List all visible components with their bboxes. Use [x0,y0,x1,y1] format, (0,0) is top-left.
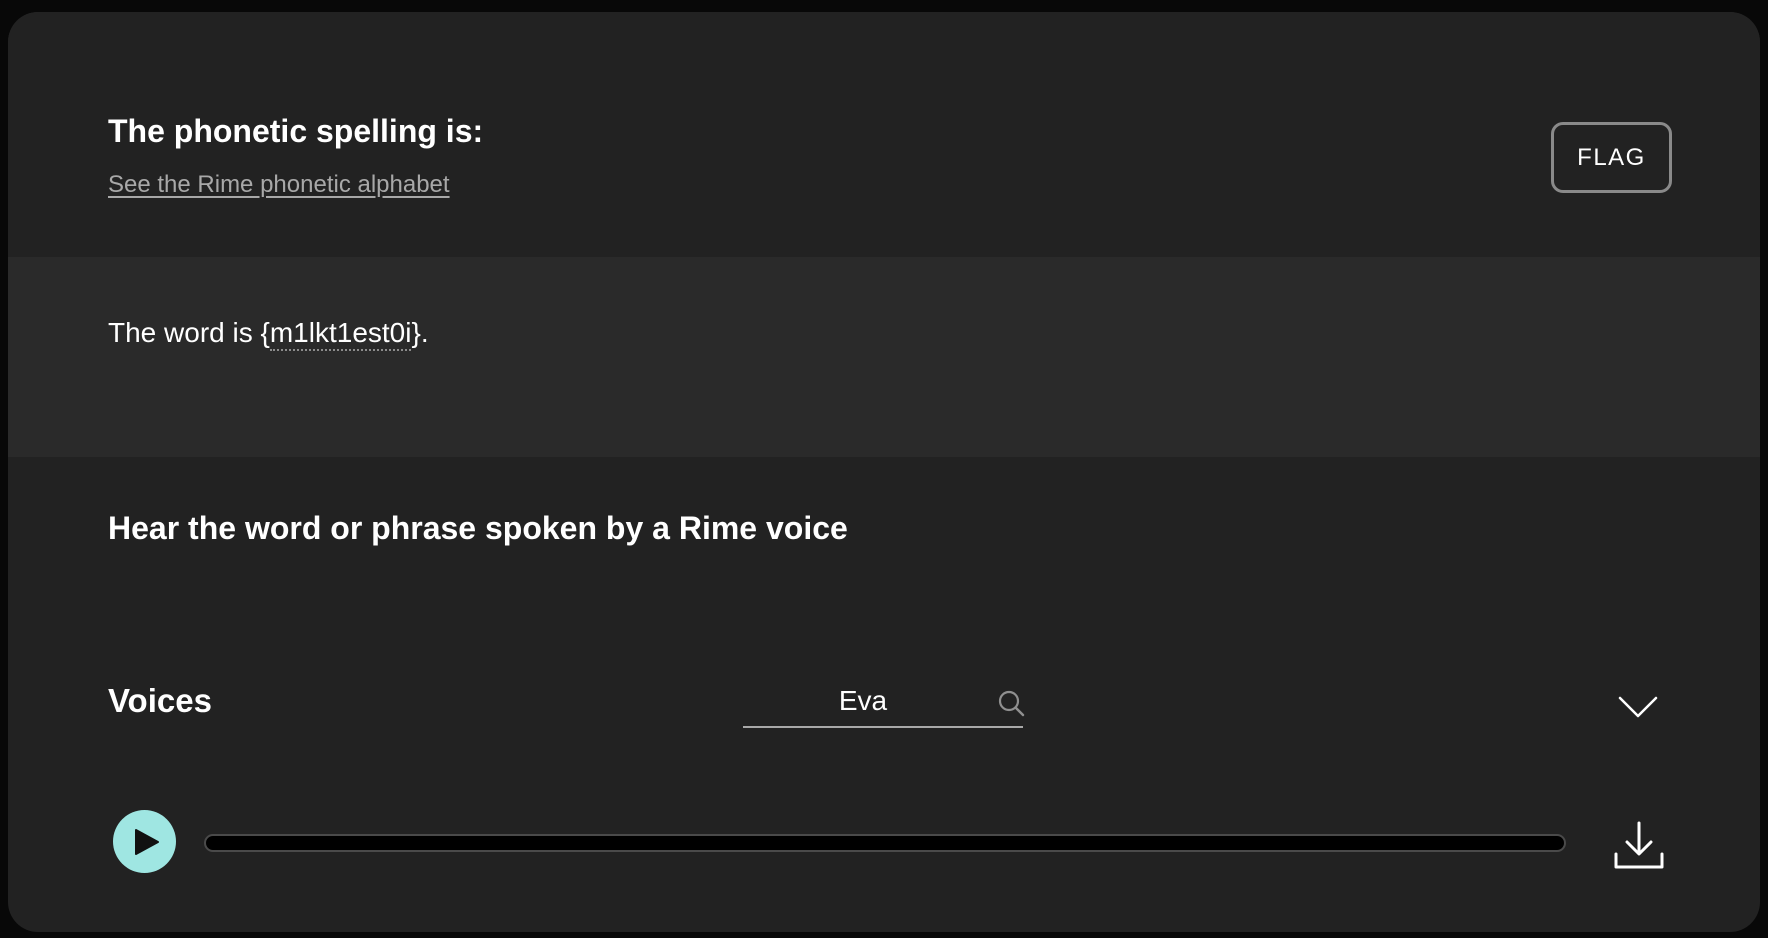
search-icon[interactable] [997,689,1025,717]
phonetic-word-panel: The word is {m1lkt1est0i}. [8,257,1760,457]
phonetic-title: The phonetic spelling is: [108,113,484,149]
word-sentence: The word is {m1lkt1est0i}. [108,317,429,351]
flag-button[interactable]: FLAG [1551,122,1672,193]
phonetic-alphabet-link[interactable]: See the Rime phonetic alphabet [108,171,450,199]
voice-search [743,677,1025,728]
phonetic-header: The phonetic spelling is: See the Rime p… [8,12,1760,257]
download-icon[interactable] [1613,820,1665,870]
pronunciation-card: The phonetic spelling is: See the Rime p… [8,12,1760,932]
play-icon [134,828,159,855]
voices-label: Voices [108,682,212,719]
word-prefix: The word is { [108,317,270,348]
play-button[interactable] [113,810,176,873]
chevron-down-icon[interactable] [1618,695,1658,719]
voice-search-input[interactable] [743,677,983,725]
audio-progress-track[interactable] [204,834,1566,852]
word-suffix: }. [411,317,429,348]
phonetic-spelling[interactable]: m1lkt1est0i [269,317,412,351]
hear-title: Hear the word or phrase spoken by a Rime… [108,510,848,546]
